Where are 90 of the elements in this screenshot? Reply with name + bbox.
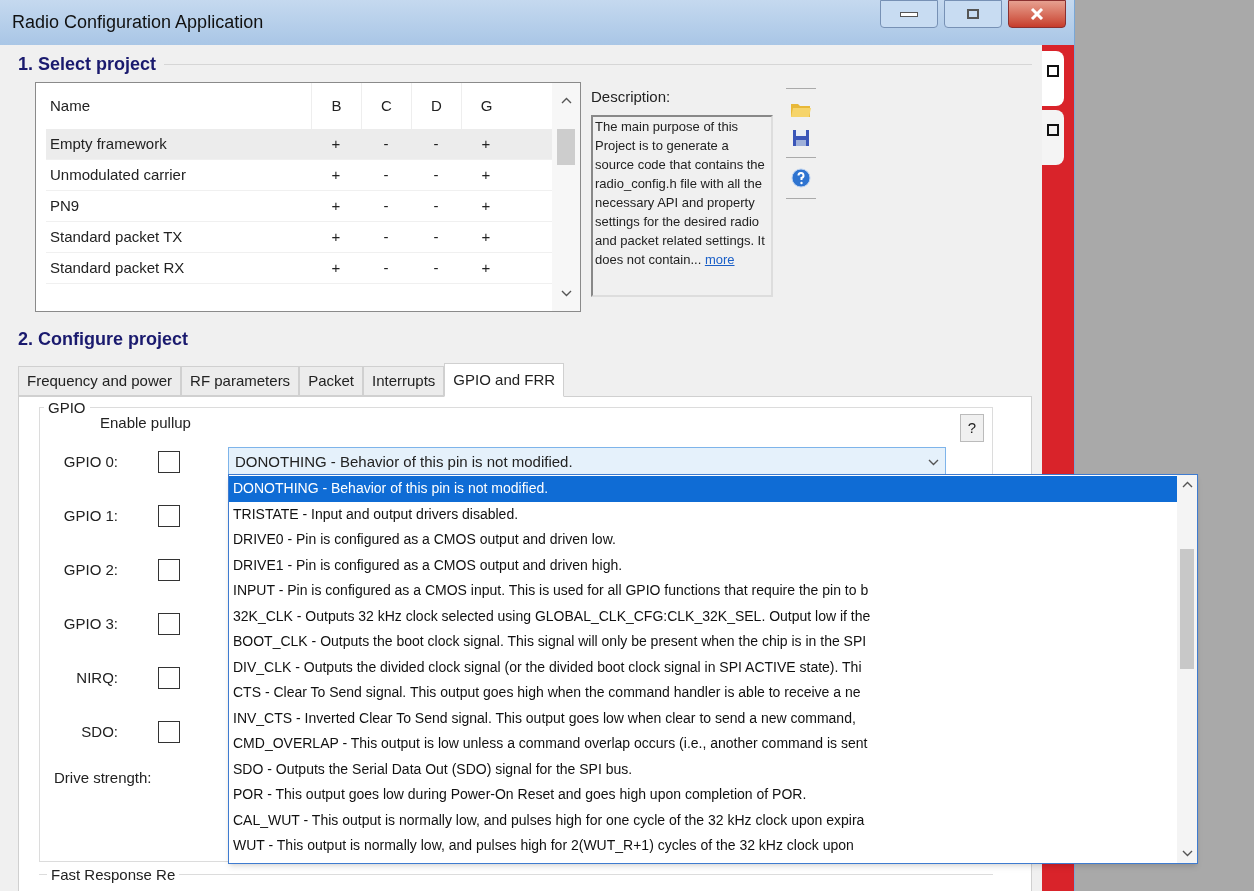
chevron-down-icon	[1181, 850, 1193, 857]
list-option[interactable]: WUT - This output is normally low, and pulses high for 2(WUT_R+1) cycles of the 32 kHz clock upon	[229, 833, 1177, 859]
more-link[interactable]: more	[704, 251, 735, 267]
scrollbar[interactable]	[552, 83, 580, 311]
table-cell-text: -	[432, 133, 440, 154]
table-cell-text: Empty framework	[49, 133, 168, 154]
list-option[interactable]: SDO - Outputs the Serial Data Out (SDO) signal for the SPI bus.	[229, 756, 1177, 782]
table-cell-text: +	[330, 257, 342, 278]
close-icon	[1030, 8, 1044, 20]
table-cell-text: +	[330, 133, 342, 154]
tab[interactable]: Interrupts	[363, 366, 445, 396]
table-row[interactable]: Unmodulated carrier + - - +	[46, 160, 552, 191]
pin-label: GPIO 0:	[62, 451, 118, 472]
side-tab[interactable]	[1042, 110, 1064, 165]
chevron-up-icon	[1181, 481, 1193, 488]
table-cell-text: Standard packet TX	[49, 226, 184, 247]
checkbox[interactable]	[158, 559, 180, 581]
tab[interactable]: RF parameters	[181, 366, 300, 396]
list-scrollbar[interactable]	[1177, 475, 1197, 863]
pin-label: SDO:	[80, 721, 118, 742]
close-button[interactable]	[1008, 0, 1066, 28]
scrollbar-thumb[interactable]	[557, 129, 575, 165]
list-option[interactable]: DRIVE1 - Pin is configured as a CMOS output and driven high.	[229, 552, 1177, 578]
pin-label: GPIO 2:	[62, 559, 118, 580]
table-cell-text: -	[382, 226, 390, 247]
table-row[interactable]: Standard packet TX + - - +	[46, 222, 552, 253]
section-title: 1. Select project	[18, 53, 157, 76]
scrollbar-thumb[interactable]	[1180, 549, 1194, 669]
section-title: 2. Configure project	[18, 328, 188, 351]
table-row[interactable]: Standard packet RX + - - +	[46, 253, 552, 284]
list-option[interactable]: DONOTHING - Behavior of this pin is not modified.	[229, 476, 1177, 502]
table-cell-text: +	[480, 257, 492, 278]
description-text: The main purpose of this Project is to generate a source code that contains the radio_config.h file with all the necessary API and property settings for the desired radio and packet related settings. It does not contain... more	[595, 117, 766, 269]
list-option[interactable]: DRIVE0 - Pin is configured as a CMOS output and driven low.	[229, 527, 1177, 553]
list-option[interactable]: 32K_CLK - Outputs 32 kHz clock selected using GLOBAL_CLK_CFG:CLK_32K_SEL. Output low if the	[229, 603, 1177, 629]
description-label: Description:	[591, 87, 672, 107]
table-cell-text: -	[382, 257, 390, 278]
list-option[interactable]: CMD_OVERLAP - This output is low unless a command overlap occurs (i.e., another command is sent	[229, 731, 1177, 757]
list-option[interactable]: TRISTATE - Input and output drivers disabled.	[229, 501, 1177, 527]
table-cell-text: -	[382, 195, 390, 216]
table-cell-text: -	[432, 257, 440, 278]
chevron-down-icon	[560, 290, 572, 297]
list-option[interactable]: CAL_WUT - This output is normally low, and pulses high for one cycle of the 32 kHz clock upon expira	[229, 807, 1177, 833]
chevron-down-icon	[928, 458, 939, 466]
table-cell-text: +	[480, 195, 492, 216]
checkbox[interactable]	[158, 613, 180, 635]
chevron-up-icon	[560, 97, 572, 104]
restore-button[interactable]	[944, 0, 1002, 28]
table-cell-text: +	[480, 226, 492, 247]
table-cell-text: -	[382, 164, 390, 185]
help-button[interactable]: ?	[960, 414, 984, 442]
table-cell-text: +	[330, 226, 342, 247]
table-row[interactable]: PN9 + - - +	[46, 191, 552, 222]
table-cell-text: +	[480, 164, 492, 185]
table-cell-text: -	[382, 133, 390, 154]
minimize-button[interactable]	[880, 0, 938, 28]
list-option[interactable]: BOOT_CLK - Outputs the boot clock signal. This signal will only be present when the chip is in the SPI	[229, 629, 1177, 655]
table-cell-text: -	[432, 195, 440, 216]
table-cell-text: Standard packet RX	[49, 257, 186, 278]
list-option[interactable]: DIV_CLK - Outputs the divided clock signal (or the divided boot clock signal in SPI ACTIVE state). Thi	[229, 654, 1177, 680]
table-cell-text: -	[432, 164, 440, 185]
column-header[interactable]: Name	[46, 83, 311, 129]
tab[interactable]: GPIO and FRR	[444, 363, 565, 397]
tab[interactable]: Frequency and power	[18, 366, 182, 396]
table-cell-text: -	[432, 226, 440, 247]
enable-pullup-label: Enable pullup	[100, 413, 191, 433]
pin-label: GPIO 3:	[62, 613, 118, 634]
checkbox[interactable]	[158, 451, 180, 473]
side-tab[interactable]	[1042, 51, 1064, 106]
pin-label: GPIO 1:	[62, 505, 118, 526]
save-icon[interactable]	[792, 129, 810, 147]
tab[interactable]: Packet	[299, 366, 363, 396]
checkbox[interactable]	[158, 667, 180, 689]
window-title: Radio Configuration Application	[12, 11, 264, 34]
drive-strength-label: Drive strength:	[54, 768, 152, 788]
table-row[interactable]: Empty framework + - - +	[46, 129, 552, 160]
table-cell-text: +	[330, 164, 342, 185]
checkbox[interactable]	[158, 505, 180, 527]
pin-label: NIRQ:	[75, 667, 118, 688]
list-option[interactable]: INV_CTS - Inverted Clear To Send signal. This output goes low when clear to send a new command,	[229, 705, 1177, 731]
pin-function-dropdown[interactable]: DONOTHING - Behavior of this pin is not modified.	[228, 447, 946, 477]
help-icon[interactable]	[791, 168, 811, 188]
table-cell-text: +	[480, 133, 492, 154]
list-option[interactable]: CTS - Clear To Send signal. This output goes high when the command handler is able to receive a ne	[229, 680, 1177, 706]
table-cell-text: Unmodulated carrier	[49, 164, 187, 185]
list-option[interactable]: INPUT - Pin is configured as a CMOS input. This is used for all GPIO functions that require the pin to b	[229, 578, 1177, 604]
table-cell-text: PN9	[49, 195, 81, 216]
table-cell-text: +	[330, 195, 342, 216]
list-option[interactable]: POR - This output goes low during Power-On Reset and goes high upon completion of POR.	[229, 782, 1177, 808]
checkbox[interactable]	[158, 721, 180, 743]
